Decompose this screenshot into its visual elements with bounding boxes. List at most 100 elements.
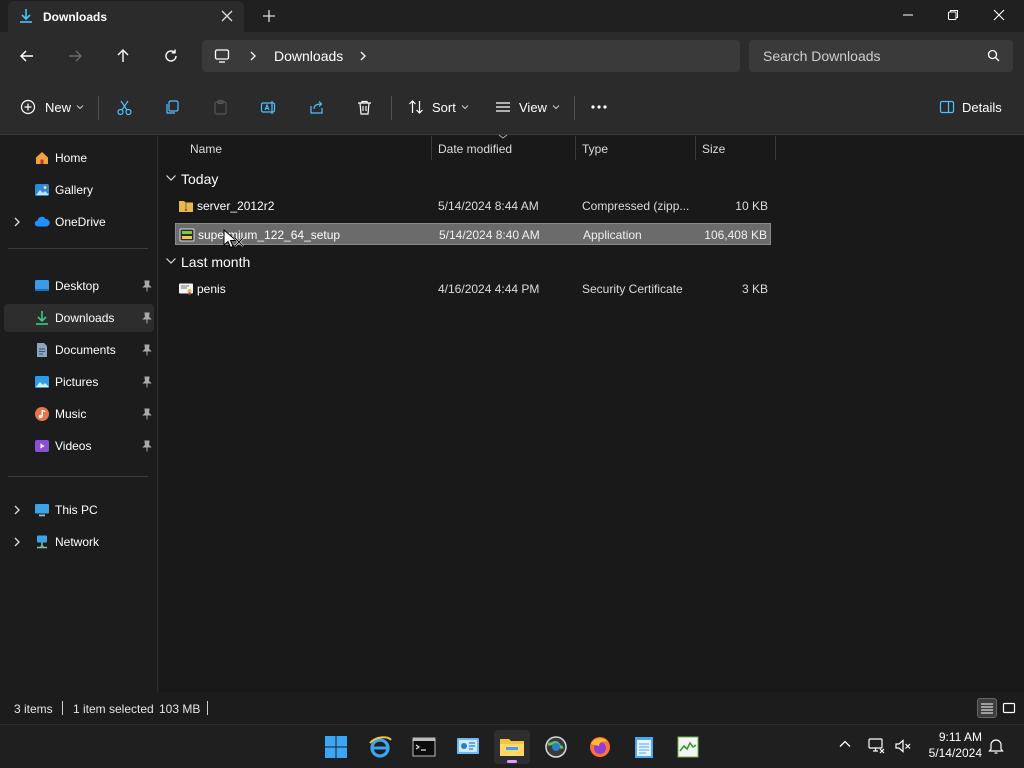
share-button[interactable] (308, 96, 325, 118)
tab-downloads[interactable]: Downloads (8, 1, 244, 32)
rename-button[interactable] (260, 96, 277, 118)
downloads-icon (36, 311, 48, 325)
more-options-button[interactable] (590, 96, 608, 118)
taskbar-control-panel[interactable] (450, 730, 486, 764)
close-tab-icon[interactable] (220, 9, 234, 23)
file-row[interactable]: penis 4/16/2024 4:44 PM Security Certifi… (175, 278, 771, 300)
start-button[interactable] (318, 730, 354, 764)
sidebar-item-pictures[interactable]: Pictures (4, 368, 154, 396)
sort-label: Sort (432, 99, 456, 115)
chevron-right-icon[interactable] (248, 50, 258, 62)
chevron-down-icon (76, 105, 84, 110)
pin-icon[interactable] (142, 312, 152, 324)
column-header-name[interactable]: Name (184, 136, 431, 160)
terminal-icon (412, 737, 436, 757)
taskbar-browser[interactable] (538, 730, 574, 764)
up-button[interactable] (111, 44, 135, 68)
file-row[interactable]: server_2012r2 5/14/2024 8:44 AM Compress… (175, 195, 771, 217)
taskbar-notepad[interactable] (626, 730, 662, 764)
search-input[interactable]: Search Downloads (749, 40, 1013, 72)
column-header-size[interactable]: Size (696, 136, 776, 160)
active-indicator (507, 760, 517, 763)
sidebar-item-videos[interactable]: Videos (4, 432, 154, 460)
separator (98, 96, 99, 120)
file-type: Application (583, 228, 642, 242)
refresh-icon (165, 49, 177, 62)
file-size: 3 KB (741, 282, 768, 296)
sort-button[interactable]: Sort (408, 96, 469, 118)
taskbar-internet-explorer[interactable] (362, 730, 398, 764)
delete-button[interactable] (356, 96, 373, 118)
refresh-button[interactable] (159, 44, 183, 68)
pin-icon[interactable] (142, 376, 152, 388)
forward-button[interactable] (63, 44, 87, 68)
address-bar[interactable]: Downloads (202, 40, 740, 72)
sidebar-item-home[interactable]: Home (4, 144, 154, 172)
details-view-icon (981, 703, 993, 714)
sidebar-item-onedrive[interactable]: OneDrive (4, 208, 154, 236)
details-pane-icon (939, 100, 955, 114)
restore-button[interactable] (930, 0, 976, 30)
pin-icon[interactable] (142, 344, 152, 356)
file-row-selected[interactable]: supermium_122_64_setup 5/14/2024 8:40 AM… (175, 223, 771, 245)
separator (574, 96, 575, 120)
volume-muted-icon[interactable] (894, 737, 912, 755)
back-button[interactable] (15, 44, 39, 68)
column-header-type[interactable]: Type (576, 136, 695, 160)
chevron-up-icon[interactable] (838, 737, 852, 751)
close-window-button[interactable] (976, 0, 1022, 30)
cut-button[interactable] (116, 96, 133, 118)
column-header-date[interactable]: Date modified (432, 136, 576, 160)
taskbar-command-prompt[interactable] (406, 730, 442, 764)
details-pane-button[interactable]: Details (939, 96, 1002, 118)
chevron-down-icon (166, 258, 176, 264)
sidebar-item-downloads[interactable]: Downloads (4, 304, 154, 332)
taskbar-file-explorer[interactable] (494, 730, 530, 764)
minimize-button[interactable] (885, 0, 931, 30)
chevron-right-icon[interactable] (12, 504, 22, 516)
column-resizer[interactable] (775, 136, 776, 160)
copy-icon (166, 99, 179, 114)
taskbar-firefox[interactable] (582, 730, 618, 764)
monitor-icon (214, 49, 230, 63)
view-button[interactable]: View (495, 96, 560, 118)
pin-icon[interactable] (142, 280, 152, 292)
command-bar: New Sort View Details (0, 80, 1024, 135)
sidebar-item-music[interactable]: Music (4, 400, 154, 428)
paste-button[interactable] (212, 96, 229, 118)
file-name: supermium_122_64_setup (198, 228, 341, 242)
system-clock[interactable]: 9:11 AM 5/14/2024 (912, 729, 982, 761)
chevron-right-icon[interactable] (358, 50, 368, 62)
sidebar-item-desktop[interactable]: Desktop (4, 272, 154, 300)
chevron-right-icon[interactable] (12, 216, 22, 228)
taskbar-task-manager[interactable] (670, 730, 706, 764)
home-icon (36, 152, 48, 164)
network-status-icon[interactable] (868, 737, 886, 755)
sidebar-item-this-pc[interactable]: This PC (4, 496, 154, 524)
chevron-right-icon[interactable] (12, 536, 22, 548)
pin-icon[interactable] (142, 440, 152, 452)
tiles-view-toggle[interactable] (999, 698, 1019, 718)
sidebar-item-label: Documents (55, 343, 116, 357)
notification-bell-icon[interactable] (988, 737, 1004, 755)
sidebar-item-label: Downloads (55, 311, 115, 325)
sidebar-item-label: Pictures (55, 375, 99, 389)
copy-button[interactable] (164, 96, 181, 118)
sidebar-item-network[interactable]: Network (4, 528, 154, 556)
breadcrumb-downloads[interactable]: Downloads (274, 48, 343, 64)
group-header-last-month[interactable]: Last month (165, 251, 365, 273)
sidebar-item-documents[interactable]: Documents (4, 336, 154, 364)
view-label: View (519, 99, 547, 115)
pin-icon[interactable] (142, 408, 152, 420)
navigation-pane: Home Gallery OneDrive Desktop Downloads … (0, 136, 158, 692)
new-tab-icon[interactable] (262, 9, 276, 23)
sidebar-item-gallery[interactable]: Gallery (4, 176, 154, 204)
tiles-view-icon (1002, 702, 1016, 714)
rename-icon (260, 100, 276, 114)
mouse-cursor-icon (223, 229, 244, 249)
details-view-toggle[interactable] (977, 698, 997, 718)
tab-title: Downloads (43, 10, 108, 24)
group-header-today[interactable]: Today (165, 168, 365, 190)
file-type: Security Certificate (582, 282, 683, 296)
new-button[interactable]: New (20, 96, 84, 118)
